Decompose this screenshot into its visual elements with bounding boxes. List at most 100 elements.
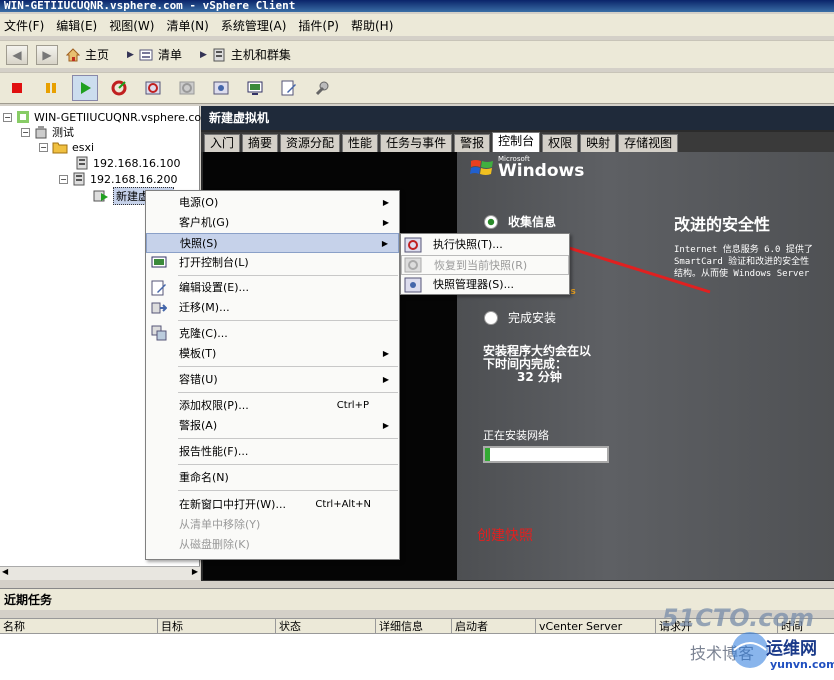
menu-item-power[interactable]: 电源(O) ▶ [146,193,399,213]
col-name[interactable]: 名称 [0,619,158,634]
menu-separator [178,320,398,321]
col-vcenter[interactable]: vCenter Server [536,619,656,634]
submenu-arrow-icon: ▶ [382,349,389,358]
menu-item-clone[interactable]: 克隆(C)... [146,324,399,344]
menu-item-open-console[interactable]: 打开控制台(L) [146,253,399,273]
console-button[interactable] [242,75,268,101]
submenu-revert-snapshot[interactable]: 恢复到当前快照(R) [401,255,569,275]
menu-item-delete-disk[interactable]: 从磁盘删除(K) [146,535,399,555]
menu-item-edit-settings[interactable]: 编辑设置(E)... [146,278,399,298]
menu-plugins[interactable]: 插件(P) [298,17,339,34]
breadcrumb-inventory[interactable]: ▶ 清单 [127,46,182,63]
vm-context-menu: 电源(O) ▶ 客户机(G) ▶ 快照(S) ▶ 打开控制台(L) 编辑设置(E)..… [145,190,400,560]
tab-storage-views[interactable]: 存储视图 [618,134,679,152]
menu-item-template[interactable]: 模板(T) ▶ [146,344,399,364]
submenu-snapshot-manager[interactable]: 快照管理器(S)... [401,275,569,295]
panel-title: 新建虚拟机 [201,106,834,130]
col-details[interactable]: 详细信息 [376,619,452,634]
breadcrumb-home[interactable]: 主页 [66,46,109,63]
menu-separator [178,392,398,393]
submenu-arrow-icon: ▶ [382,421,389,430]
arrow-right-icon: ▶ [42,47,52,62]
tab-maps[interactable]: 映射 [580,134,617,152]
datacenter-icon [35,126,47,139]
menu-separator [178,490,398,491]
scroll-right-icon[interactable]: ▶ [192,567,198,576]
tree-node-vcenter[interactable]: − WIN-GETIIUCUQNR.vsphere.com [3,110,212,124]
edit-settings-button[interactable] [276,75,302,101]
collapse-icon: − [59,174,68,184]
watermark-globe-icon [732,632,768,668]
menu-item-migrate[interactable]: 迁移(M)... [146,298,399,318]
snapshot-manager-button[interactable] [208,75,234,101]
step-pending-icon [484,310,498,325]
menu-inventory[interactable]: 清单(N) [166,17,208,34]
tab-getting-started[interactable]: 入门 [204,134,241,152]
edit-icon [281,80,296,96]
tree-node-datacenter[interactable]: − 测试 [21,124,74,140]
menu-item-alarm[interactable]: 警报(A) ▶ [146,416,399,436]
setup-step-collect: 收集信息 [484,213,556,230]
inventory-icon [139,49,153,60]
tree-horizontal-scrollbar[interactable]: ◀ ▶ [0,566,200,580]
reset-button[interactable] [106,75,132,101]
col-initiator[interactable]: 启动者 [452,619,536,634]
suspend-button[interactable] [38,75,64,101]
tab-summary[interactable]: 摘要 [242,134,279,152]
tree-node-host2[interactable]: − 192.168.16.200 [59,172,177,186]
watermark: 51CTO.com 技术博客 运维网 yunvn.com [661,604,834,671]
windows-flag-icon [470,160,493,175]
chevron-right-icon: ▶ [199,49,207,60]
wrench-icon [315,81,329,96]
forward-button[interactable]: ▶ [36,44,58,65]
revert-snapshot-button[interactable] [174,75,200,101]
col-status[interactable]: 状态 [276,619,376,634]
menu-item-rename[interactable]: 重命名(N) [146,468,399,488]
tab-alarms[interactable]: 警报 [454,134,491,152]
menu-file[interactable]: 文件(F) [4,17,44,34]
tab-console[interactable]: 控制台 [492,132,541,152]
tab-resource-allocation[interactable]: 资源分配 [280,134,341,152]
menu-item-guest[interactable]: 客户机(G) ▶ [146,213,399,233]
menu-item-report-performance[interactable]: 报告性能(F)... [146,442,399,462]
menu-admin[interactable]: 系统管理(A) [221,17,287,34]
submenu-arrow-icon: ▶ [382,218,389,227]
menu-item-open-new-window[interactable]: 在新窗口中打开(W)... Ctrl+Alt+N [146,495,399,515]
menu-help[interactable]: 帮助(H) [351,17,393,34]
install-status: 正在安装网络 [483,429,549,442]
take-snapshot-button[interactable] [140,75,166,101]
tab-strip: 入门 摘要 资源分配 性能 任务与事件 警报 控制台 权限 映射 存储视图 [201,132,834,152]
snapshot-icon [145,81,161,95]
menu-edit[interactable]: 编辑(E) [56,17,97,34]
breadcrumb-hosts-clusters[interactable]: ▶ 主机和群集 [200,46,291,63]
annotation-text: 创建快照 [477,528,533,544]
menu-item-add-permission[interactable]: 添加权限(P)... Ctrl+P [146,396,399,416]
tab-permissions[interactable]: 权限 [542,134,579,152]
power-off-button[interactable] [4,75,30,101]
step-done-icon [484,214,498,229]
host-icon [76,156,88,170]
menu-separator [178,275,398,276]
submenu-take-snapshot[interactable]: 执行快照(T)... [401,235,569,255]
menu-view[interactable]: 视图(W) [109,17,154,34]
menu-item-snapshot[interactable]: 快照(S) ▶ [146,233,399,253]
hosts-clusters-icon [213,48,225,61]
power-on-button[interactable] [72,75,98,101]
submenu-arrow-icon: ▶ [382,198,389,207]
tree-node-host1[interactable]: 192.168.16.100 [75,156,180,170]
nav-bar: ◀ ▶ 主页 ▶ 清单 ▶ 主机和群集 [0,40,834,68]
col-target[interactable]: 目标 [158,619,276,634]
tab-performance[interactable]: 性能 [342,134,379,152]
menu-item-remove-inventory[interactable]: 从清单中移除(Y) [146,515,399,535]
scroll-left-icon[interactable]: ◀ [2,567,8,576]
migrate-button[interactable] [310,75,336,101]
back-button[interactable]: ◀ [6,44,28,65]
play-icon [81,82,91,94]
chevron-right-icon: ▶ [127,49,134,60]
tab-tasks-events[interactable]: 任务与事件 [380,134,453,152]
menu-item-fault-tolerance[interactable]: 容错(U) ▶ [146,370,399,390]
time-remaining: 安装程序大约会在以 下时间内完成： 32 分钟 [483,344,592,384]
tree-node-cluster[interactable]: − esxi [39,140,94,154]
install-progress-fill [485,448,490,461]
install-progress-bar [483,446,609,463]
